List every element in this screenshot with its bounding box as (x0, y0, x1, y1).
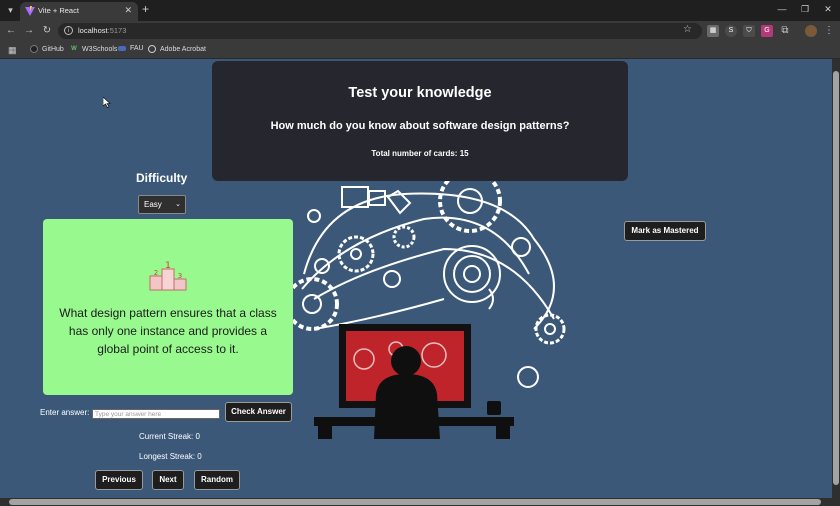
developer-gears-illustration (285, 179, 566, 439)
bookmark-label: W3Schools (82, 45, 118, 53)
address-url: localhost:5173 (78, 26, 126, 35)
extension-s-letter: S (728, 27, 734, 34)
previous-button[interactable]: Previous (95, 470, 143, 490)
extension-icon[interactable]: ▦ (707, 25, 719, 37)
tab-close-icon[interactable]: ✕ (124, 5, 132, 16)
current-streak: Current Streak: 0 (139, 432, 200, 441)
site-info-icon[interactable]: i (64, 26, 73, 35)
podium-icon: 1 2 3 (149, 261, 187, 291)
difficulty-selected-value: Easy (144, 200, 162, 209)
close-window-icon[interactable]: ✕ (821, 4, 835, 15)
bookmark-label: FAU (130, 45, 144, 52)
extension-g-icon[interactable]: G (761, 25, 773, 37)
avatar[interactable] (805, 25, 817, 37)
browser-menu-icon[interactable]: ⋮ (823, 25, 835, 37)
difficulty-label: Difficulty (136, 171, 188, 185)
bookmark-github[interactable]: GitHub (30, 45, 64, 53)
new-tab-icon[interactable]: + (142, 3, 149, 16)
forward-icon[interactable]: → (22, 24, 36, 38)
bookmark-acrobat[interactable]: Adobe Acrobat (148, 45, 206, 53)
github-icon (30, 45, 38, 53)
bookmark-label: Adobe Acrobat (160, 45, 206, 53)
answer-input[interactable]: Type your answer here (92, 409, 220, 419)
bookmark-w3schools[interactable]: W W3Schools (70, 45, 117, 53)
svg-text:3: 3 (178, 272, 182, 280)
header-card: Test your knowledge How much do you know… (212, 61, 628, 181)
card-question: What design pattern ensures that a class… (59, 306, 277, 356)
acrobat-icon (148, 45, 156, 53)
horizontal-scrollbar[interactable] (0, 498, 840, 506)
page-subtitle: How much do you know about software desi… (270, 120, 570, 132)
tab-title: Vite + React (38, 6, 79, 15)
next-button[interactable]: Next (152, 470, 184, 490)
bookmarks-bar: ▦ GitHub W W3Schools FAU Adobe Acrobat (0, 41, 840, 59)
bookmark-label: GitHub (42, 45, 64, 53)
random-button[interactable]: Random (194, 470, 240, 490)
longest-streak: Longest Streak: 0 (139, 452, 202, 461)
flashcard[interactable]: 1 2 3 What design pattern ensures that a… (43, 219, 293, 395)
extensions-puzzle-icon[interactable]: ⧉ (779, 25, 791, 37)
answer-label: Enter answer: (40, 408, 90, 417)
vertical-scrollbar[interactable] (832, 59, 840, 498)
chevron-down-icon: ⌄ (175, 201, 181, 208)
bookmark-star-icon[interactable]: ☆ (683, 24, 692, 35)
mark-mastered-button[interactable]: Mark as Mastered (624, 221, 706, 241)
url-host: localhost (78, 26, 108, 35)
apps-icon[interactable]: ▦ (8, 45, 17, 56)
browser-tab[interactable]: Vite + React ✕ (20, 2, 138, 21)
difficulty-select[interactable]: Easy ⌄ (138, 195, 186, 214)
mouse-cursor-icon (103, 97, 111, 108)
app-page: Test your knowledge How much do you know… (0, 59, 832, 498)
tab-search-icon[interactable]: ▾ (4, 4, 17, 17)
restore-icon[interactable]: ❐ (798, 4, 812, 15)
svg-text:2: 2 (154, 269, 158, 277)
svg-text:1: 1 (165, 261, 171, 271)
vertical-scroll-thumb[interactable] (833, 71, 839, 485)
check-answer-button[interactable]: Check Answer (225, 402, 292, 422)
reload-icon[interactable]: ↻ (40, 24, 54, 38)
browser-tabstrip: ▾ Vite + React ✕ + — ❐ ✕ (0, 0, 840, 21)
fau-icon (118, 46, 126, 51)
horizontal-scroll-thumb[interactable] (9, 499, 821, 505)
url-port: :5173 (107, 26, 127, 35)
w3schools-icon: W (71, 46, 77, 52)
browser-toolbar: ← → ↻ i localhost:5173 ☆ ▦ S ⛉ G ⧉ ⋮ (0, 21, 840, 41)
address-bar[interactable]: i localhost:5173 ☆ (58, 23, 702, 39)
page-title: Test your knowledge (348, 85, 492, 101)
extension-s-icon[interactable]: S (725, 25, 737, 37)
answer-placeholder: Type your answer here (95, 411, 162, 418)
card-count: Total number of cards: 15 (371, 149, 469, 158)
vite-icon (25, 6, 35, 16)
minimize-icon[interactable]: — (775, 4, 789, 14)
back-icon[interactable]: ← (4, 24, 18, 38)
bookmark-fau[interactable]: FAU (118, 45, 144, 52)
shield-icon[interactable]: ⛉ (743, 25, 755, 37)
